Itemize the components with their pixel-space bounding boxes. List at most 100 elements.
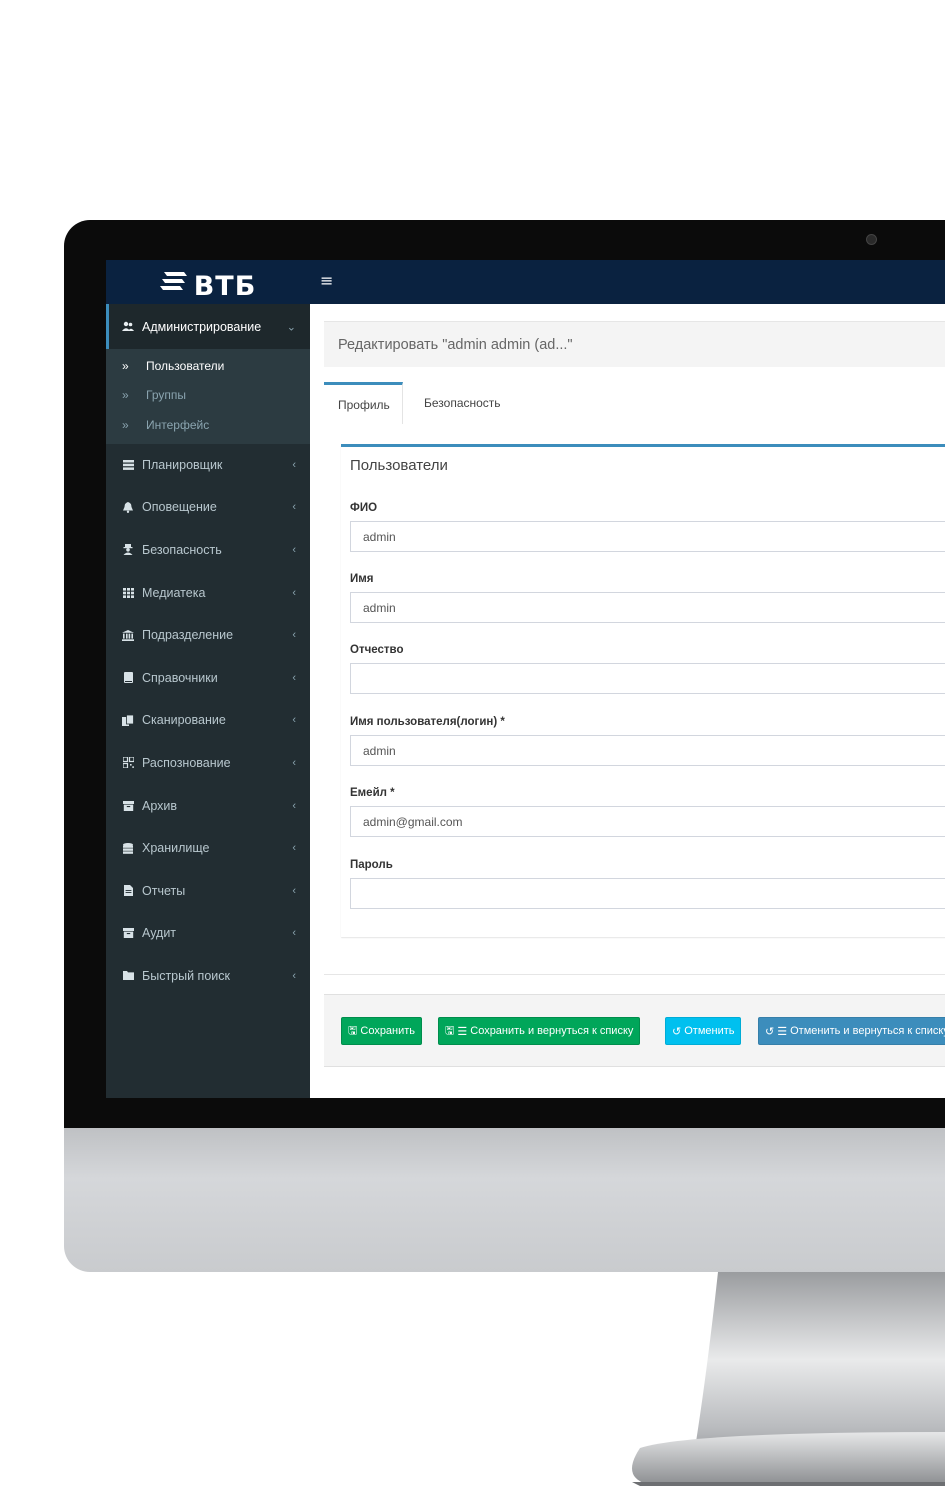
- sidebar-item-department[interactable]: Подразделение ‹: [106, 614, 310, 657]
- brand-name: ВТБ: [193, 270, 257, 302]
- copy-icon: [122, 714, 134, 726]
- sidebar-item-label: Планировщик: [142, 457, 223, 472]
- menu-toggle-icon[interactable]: ≡: [320, 271, 333, 291]
- field-label-username: Имя пользователя(логин) *: [350, 716, 505, 728]
- sidebar-item-label: Справочники: [142, 670, 218, 685]
- field-label-first-name: Имя: [350, 573, 374, 585]
- sidebar-item-label: Администрирование: [142, 319, 262, 334]
- cancel-button-label: Отменить: [684, 1025, 735, 1037]
- top-navbar: ВТБ ≡: [106, 260, 945, 304]
- save-button[interactable]: 🖫 Сохранить: [341, 1017, 423, 1045]
- sidebar-item-scanning[interactable]: Сканирование ‹: [106, 699, 310, 742]
- sidebar-item-label: Оповещение: [142, 500, 217, 515]
- users-icon: [122, 321, 134, 333]
- field-label-full-name: ФИО: [350, 502, 378, 514]
- undo-icon: ↺: [672, 1025, 682, 1038]
- monitor-stand: [632, 1272, 945, 1486]
- first-name-input[interactable]: [350, 592, 945, 623]
- sidebar-item-label: Сканирование: [142, 713, 226, 728]
- user-form-box: Пользователи ФИО Имя Отчество Имя пользо…: [341, 444, 945, 937]
- user-secret-icon: [122, 544, 134, 556]
- tab-profile[interactable]: Профиль: [324, 382, 403, 424]
- full-name-input[interactable]: [350, 521, 945, 552]
- chevron-left-icon: ‹: [292, 586, 296, 599]
- floppy-icon: 🖫: [445, 1024, 455, 1037]
- sidebar-subitem-users[interactable]: » Пользователи: [106, 351, 310, 381]
- sidebar-item-archive[interactable]: Архив ‹: [106, 784, 310, 827]
- tab-bar: Профиль Безопасность: [324, 382, 945, 425]
- sidebar-subitem-interface[interactable]: » Интерфейс: [106, 410, 310, 440]
- sidebar-item-storage[interactable]: Хранилище ‹: [106, 827, 310, 870]
- cancel-and-list-button-label: Отменить и вернуться к списку: [790, 1025, 945, 1037]
- field-label-password: Пароль: [350, 859, 393, 871]
- app-screen: ВТБ ≡ Администрирование ⌄ » Пользователи…: [106, 260, 945, 1098]
- bank-icon: [122, 629, 134, 641]
- chevron-left-icon: ‹: [292, 842, 296, 855]
- field-label-middle-name: Отчество: [350, 644, 404, 656]
- chevron-left-icon: ‹: [292, 714, 296, 727]
- sidebar-item-label: Медиатека: [142, 585, 206, 600]
- tasks-icon: [122, 459, 134, 471]
- database-icon: [122, 842, 134, 854]
- sidebar-item-label: Архив: [142, 798, 178, 813]
- main-content: Редактировать "admin admin (ad..." Профи…: [310, 304, 945, 1098]
- page-title: Редактировать "admin admin (ad...": [324, 321, 945, 367]
- sidebar-item-label: Распознование: [142, 755, 231, 770]
- sidebar-item-security[interactable]: Безопасность ‹: [106, 529, 310, 572]
- sidebar-item-audit[interactable]: Аудит ‹: [106, 912, 310, 955]
- sidebar-item-reports[interactable]: Отчеты ‹: [106, 869, 310, 912]
- cancel-button[interactable]: ↺ Отменить: [665, 1017, 742, 1045]
- double-chevron-right-icon: »: [122, 358, 129, 373]
- chevron-left-icon: ‹: [292, 969, 296, 982]
- brand-logo[interactable]: ВТБ: [106, 260, 310, 304]
- sidebar-item-quick-search[interactable]: Быстрый поиск ‹: [106, 955, 310, 998]
- sidebar-item-label: Аудит: [142, 926, 177, 941]
- form-actions: 🖫 Сохранить 🖫 ☰ Сохранить и вернуться к …: [324, 994, 945, 1067]
- tab-panel-profile: Пользователи ФИО Имя Отчество Имя пользо…: [324, 424, 945, 975]
- sidebar: Администрирование ⌄ » Пользователи » Гру…: [106, 304, 310, 1098]
- double-chevron-right-icon: »: [122, 388, 129, 403]
- password-input[interactable]: [350, 878, 945, 909]
- sidebar-subitem-label: Интерфейс: [146, 417, 210, 432]
- email-input[interactable]: [350, 806, 945, 837]
- username-input[interactable]: [350, 735, 945, 766]
- sidebar-subitem-groups[interactable]: » Группы: [106, 381, 310, 411]
- book-icon: [122, 672, 134, 684]
- chevron-left-icon: ‹: [292, 756, 296, 769]
- archive-icon: [122, 927, 134, 939]
- chevron-left-icon: ‹: [292, 927, 296, 940]
- save-button-label: Сохранить: [360, 1025, 416, 1037]
- chevron-left-icon: ‹: [292, 458, 296, 471]
- undo-icon: ↺: [765, 1025, 775, 1038]
- tab-security[interactable]: Безопасность: [410, 382, 515, 424]
- sidebar-item-media[interactable]: Медиатека ‹: [106, 571, 310, 614]
- vtb-logo-icon: [159, 272, 187, 290]
- middle-name-input[interactable]: [350, 663, 945, 694]
- save-and-list-button[interactable]: 🖫 ☰ Сохранить и вернуться к списку: [438, 1017, 641, 1045]
- list-icon: ☰: [777, 1025, 788, 1038]
- chevron-down-icon: ⌄: [286, 321, 296, 333]
- sidebar-item-notifications[interactable]: Оповещение ‹: [106, 486, 310, 529]
- chevron-left-icon: ‹: [292, 799, 296, 812]
- sidebar-item-administration[interactable]: Администрирование ⌄: [106, 304, 310, 349]
- sidebar-submenu: » Пользователи » Группы » Интерфейс: [106, 349, 310, 444]
- sidebar-item-label: Быстрый поиск: [142, 968, 230, 983]
- archive-icon: [122, 800, 134, 812]
- chevron-left-icon: ‹: [292, 884, 296, 897]
- folder-icon: [122, 970, 134, 982]
- double-chevron-right-icon: »: [122, 417, 129, 432]
- field-label-email: Емейл *: [350, 787, 395, 799]
- sidebar-item-recognition[interactable]: Распознование ‹: [106, 742, 310, 785]
- sidebar-item-label: Хранилище: [142, 841, 210, 856]
- sidebar-item-label: Отчеты: [142, 883, 186, 898]
- sidebar-item-directories[interactable]: Справочники ‹: [106, 656, 310, 699]
- camera-icon: [866, 234, 877, 245]
- sidebar-subitem-label: Пользователи: [146, 358, 225, 373]
- floppy-icon: 🖫: [348, 1024, 358, 1037]
- chevron-left-icon: ‹: [292, 629, 296, 642]
- sidebar-subitem-label: Группы: [146, 388, 186, 403]
- form-title: Пользователи: [350, 457, 448, 474]
- sidebar-item-scheduler[interactable]: Планировщик ‹: [106, 444, 310, 487]
- cancel-and-list-button[interactable]: ↺ ☰ Отменить и вернуться к списку: [758, 1017, 945, 1045]
- save-and-list-button-label: Сохранить и вернуться к списку: [470, 1025, 634, 1037]
